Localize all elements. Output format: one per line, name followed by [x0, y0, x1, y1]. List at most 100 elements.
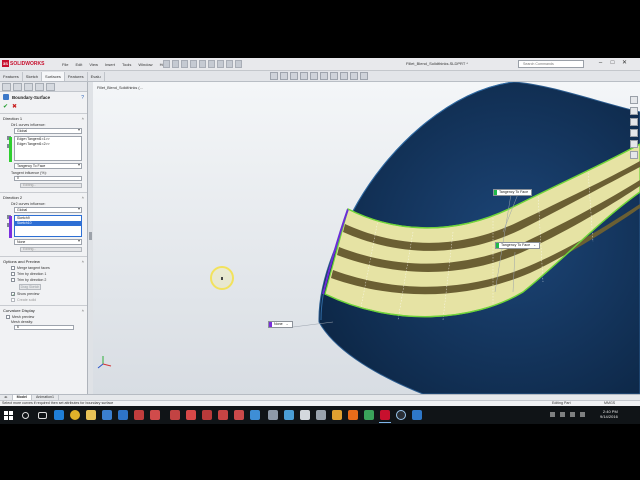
dimxpert-tab-icon[interactable]	[35, 83, 44, 91]
direction2-title[interactable]: Direction 2	[3, 195, 85, 200]
section-view-icon[interactable]	[300, 72, 308, 80]
app-icon-1[interactable]	[134, 410, 144, 420]
configuration-manager-tab-icon[interactable]	[24, 83, 33, 91]
dir2-tangency-select[interactable]: None	[14, 239, 82, 245]
tangency-callout-top[interactable]: Tangency To Face	[493, 189, 533, 196]
list-item-selected[interactable]: Sketch10	[15, 221, 81, 226]
chrome-icon[interactable]	[70, 410, 80, 420]
mesh-preview-checkbox[interactable]: Mesh preview	[6, 315, 85, 319]
tab-surfaces[interactable]: Surfaces	[42, 72, 65, 81]
menu-view[interactable]: View	[87, 61, 100, 68]
merge-tangent-faces-checkbox[interactable]: Merge tangent faces	[11, 266, 85, 270]
solidworks-taskbar-icon[interactable]	[379, 410, 391, 423]
close-icon[interactable]: ✕	[620, 59, 629, 68]
create-solid-checkbox[interactable]: Create solid	[11, 298, 85, 302]
mesh-density-input[interactable]: 6	[14, 325, 74, 330]
rebuild-icon[interactable]	[217, 60, 224, 68]
splitter-grip-icon[interactable]	[89, 232, 92, 240]
app-icon-10[interactable]	[284, 410, 294, 420]
appearances-icon[interactable]	[630, 140, 638, 148]
tab-evaluate[interactable]: Evalu	[88, 72, 105, 81]
none-callout[interactable]: None ⌄	[268, 321, 293, 328]
mail-icon[interactable]	[118, 410, 128, 420]
undo-icon[interactable]	[199, 60, 206, 68]
dir2-curves-list[interactable]: Sketch9 Sketch10	[9, 215, 82, 238]
app-icon-9[interactable]	[268, 410, 278, 420]
display-style-icon[interactable]	[320, 72, 328, 80]
view-settings-icon[interactable]	[360, 72, 368, 80]
taskbar-clock[interactable]: 2:40 PM 9/14/2016	[600, 409, 618, 419]
save-icon[interactable]	[181, 60, 188, 68]
question-icon[interactable]: ?	[81, 95, 84, 101]
solidworks-logo[interactable]: 3S SOLIDWORKS	[2, 59, 52, 69]
app-icon-14[interactable]	[348, 410, 358, 420]
apply-scene-icon[interactable]	[350, 72, 358, 80]
app-icon-17[interactable]	[412, 410, 422, 420]
chevron-down-icon[interactable]: ⌄	[286, 322, 289, 326]
network-icon[interactable]	[560, 412, 565, 417]
menu-edit[interactable]: Edit	[73, 61, 84, 68]
app-icon-7[interactable]	[234, 410, 244, 420]
dir1-curves-list[interactable]: Edge<Tangent1<1>> Edge<Tangent1<2>>	[9, 136, 82, 162]
list-item[interactable]: Edge<Tangent1<2>>	[15, 142, 81, 147]
direction1-title[interactable]: Direction 1	[3, 116, 85, 121]
search-icon[interactable]	[22, 412, 29, 419]
tangency-callout-mid[interactable]: Tangency To Face ⌄	[495, 242, 541, 249]
collapse-caret-icon[interactable]: ˄	[82, 259, 84, 264]
edit-appearance-icon[interactable]	[340, 72, 348, 80]
zoom-to-fit-icon[interactable]	[270, 72, 278, 80]
app-icon-15[interactable]	[364, 410, 374, 420]
file-properties-icon[interactable]	[226, 60, 233, 68]
app-icon-2[interactable]	[150, 410, 160, 420]
property-manager-tab-icon[interactable]	[13, 83, 22, 91]
search-commands-input[interactable]: Search Commands	[518, 60, 584, 68]
app-icon-12[interactable]	[316, 410, 326, 420]
model-view[interactable]	[93, 82, 640, 394]
collapse-caret-icon[interactable]: ˄	[82, 308, 84, 313]
options-title[interactable]: Options and Preview	[3, 259, 85, 264]
menu-insert[interactable]: Insert	[103, 61, 117, 68]
drag-sketch-button[interactable]: Drag Sketch	[19, 284, 41, 290]
show-preview-checkbox[interactable]: ✓ Show preview	[11, 292, 85, 297]
tray-chevron-icon[interactable]	[550, 412, 555, 417]
feature-tree-flyout[interactable]: Fillet_Blend_Solidthinks (...	[97, 86, 143, 90]
design-library-icon[interactable]	[630, 107, 638, 115]
file-explorer-icon[interactable]	[86, 410, 96, 420]
edge-icon[interactable]	[54, 410, 64, 420]
tab-features-2[interactable]: Features	[65, 72, 88, 81]
app-icon-5[interactable]	[202, 410, 212, 420]
battery-icon[interactable]	[580, 412, 585, 417]
hide-show-items-icon[interactable]	[330, 72, 338, 80]
previous-view-icon[interactable]	[290, 72, 298, 80]
windows-start-icon[interactable]	[4, 411, 13, 420]
custom-properties-icon[interactable]	[630, 151, 638, 159]
menu-window[interactable]: Window	[136, 61, 154, 68]
dir1-influence-select[interactable]: Global	[14, 128, 82, 134]
app-icon-11[interactable]	[300, 410, 310, 420]
solidworks-resources-icon[interactable]	[630, 96, 638, 104]
app-icon-6[interactable]	[218, 410, 228, 420]
app-icon-8[interactable]	[250, 410, 260, 420]
app-icon-3[interactable]	[170, 410, 180, 420]
feature-tree-tab-icon[interactable]	[2, 83, 11, 91]
graphics-area[interactable]: Fillet_Blend_Solidthinks (... Tangency T…	[93, 82, 640, 394]
open-icon[interactable]	[172, 60, 179, 68]
new-document-icon[interactable]	[163, 60, 170, 68]
print-icon[interactable]	[190, 60, 197, 68]
curvature-title[interactable]: Curvature Display	[3, 308, 85, 313]
store-icon[interactable]	[102, 410, 112, 420]
zoom-area-icon[interactable]	[280, 72, 288, 80]
ok-button[interactable]: ✔	[3, 103, 8, 110]
menu-file[interactable]: File	[60, 61, 70, 68]
tab-features[interactable]: Features	[0, 72, 23, 81]
maximize-icon[interactable]: □	[608, 59, 617, 68]
menu-tools[interactable]: Tools	[120, 61, 133, 68]
app-icon-13[interactable]	[332, 410, 342, 420]
trim-dir2-checkbox[interactable]: Trim by direction 2	[11, 278, 85, 282]
options-icon[interactable]	[235, 60, 242, 68]
minimize-icon[interactable]: –	[596, 59, 605, 68]
trim-dir1-checkbox[interactable]: Trim by direction 1	[11, 272, 85, 276]
view-palette-icon[interactable]	[630, 129, 638, 137]
volume-icon[interactable]	[570, 412, 575, 417]
dir1-tangency-select[interactable]: Tangency To Face	[14, 163, 82, 169]
